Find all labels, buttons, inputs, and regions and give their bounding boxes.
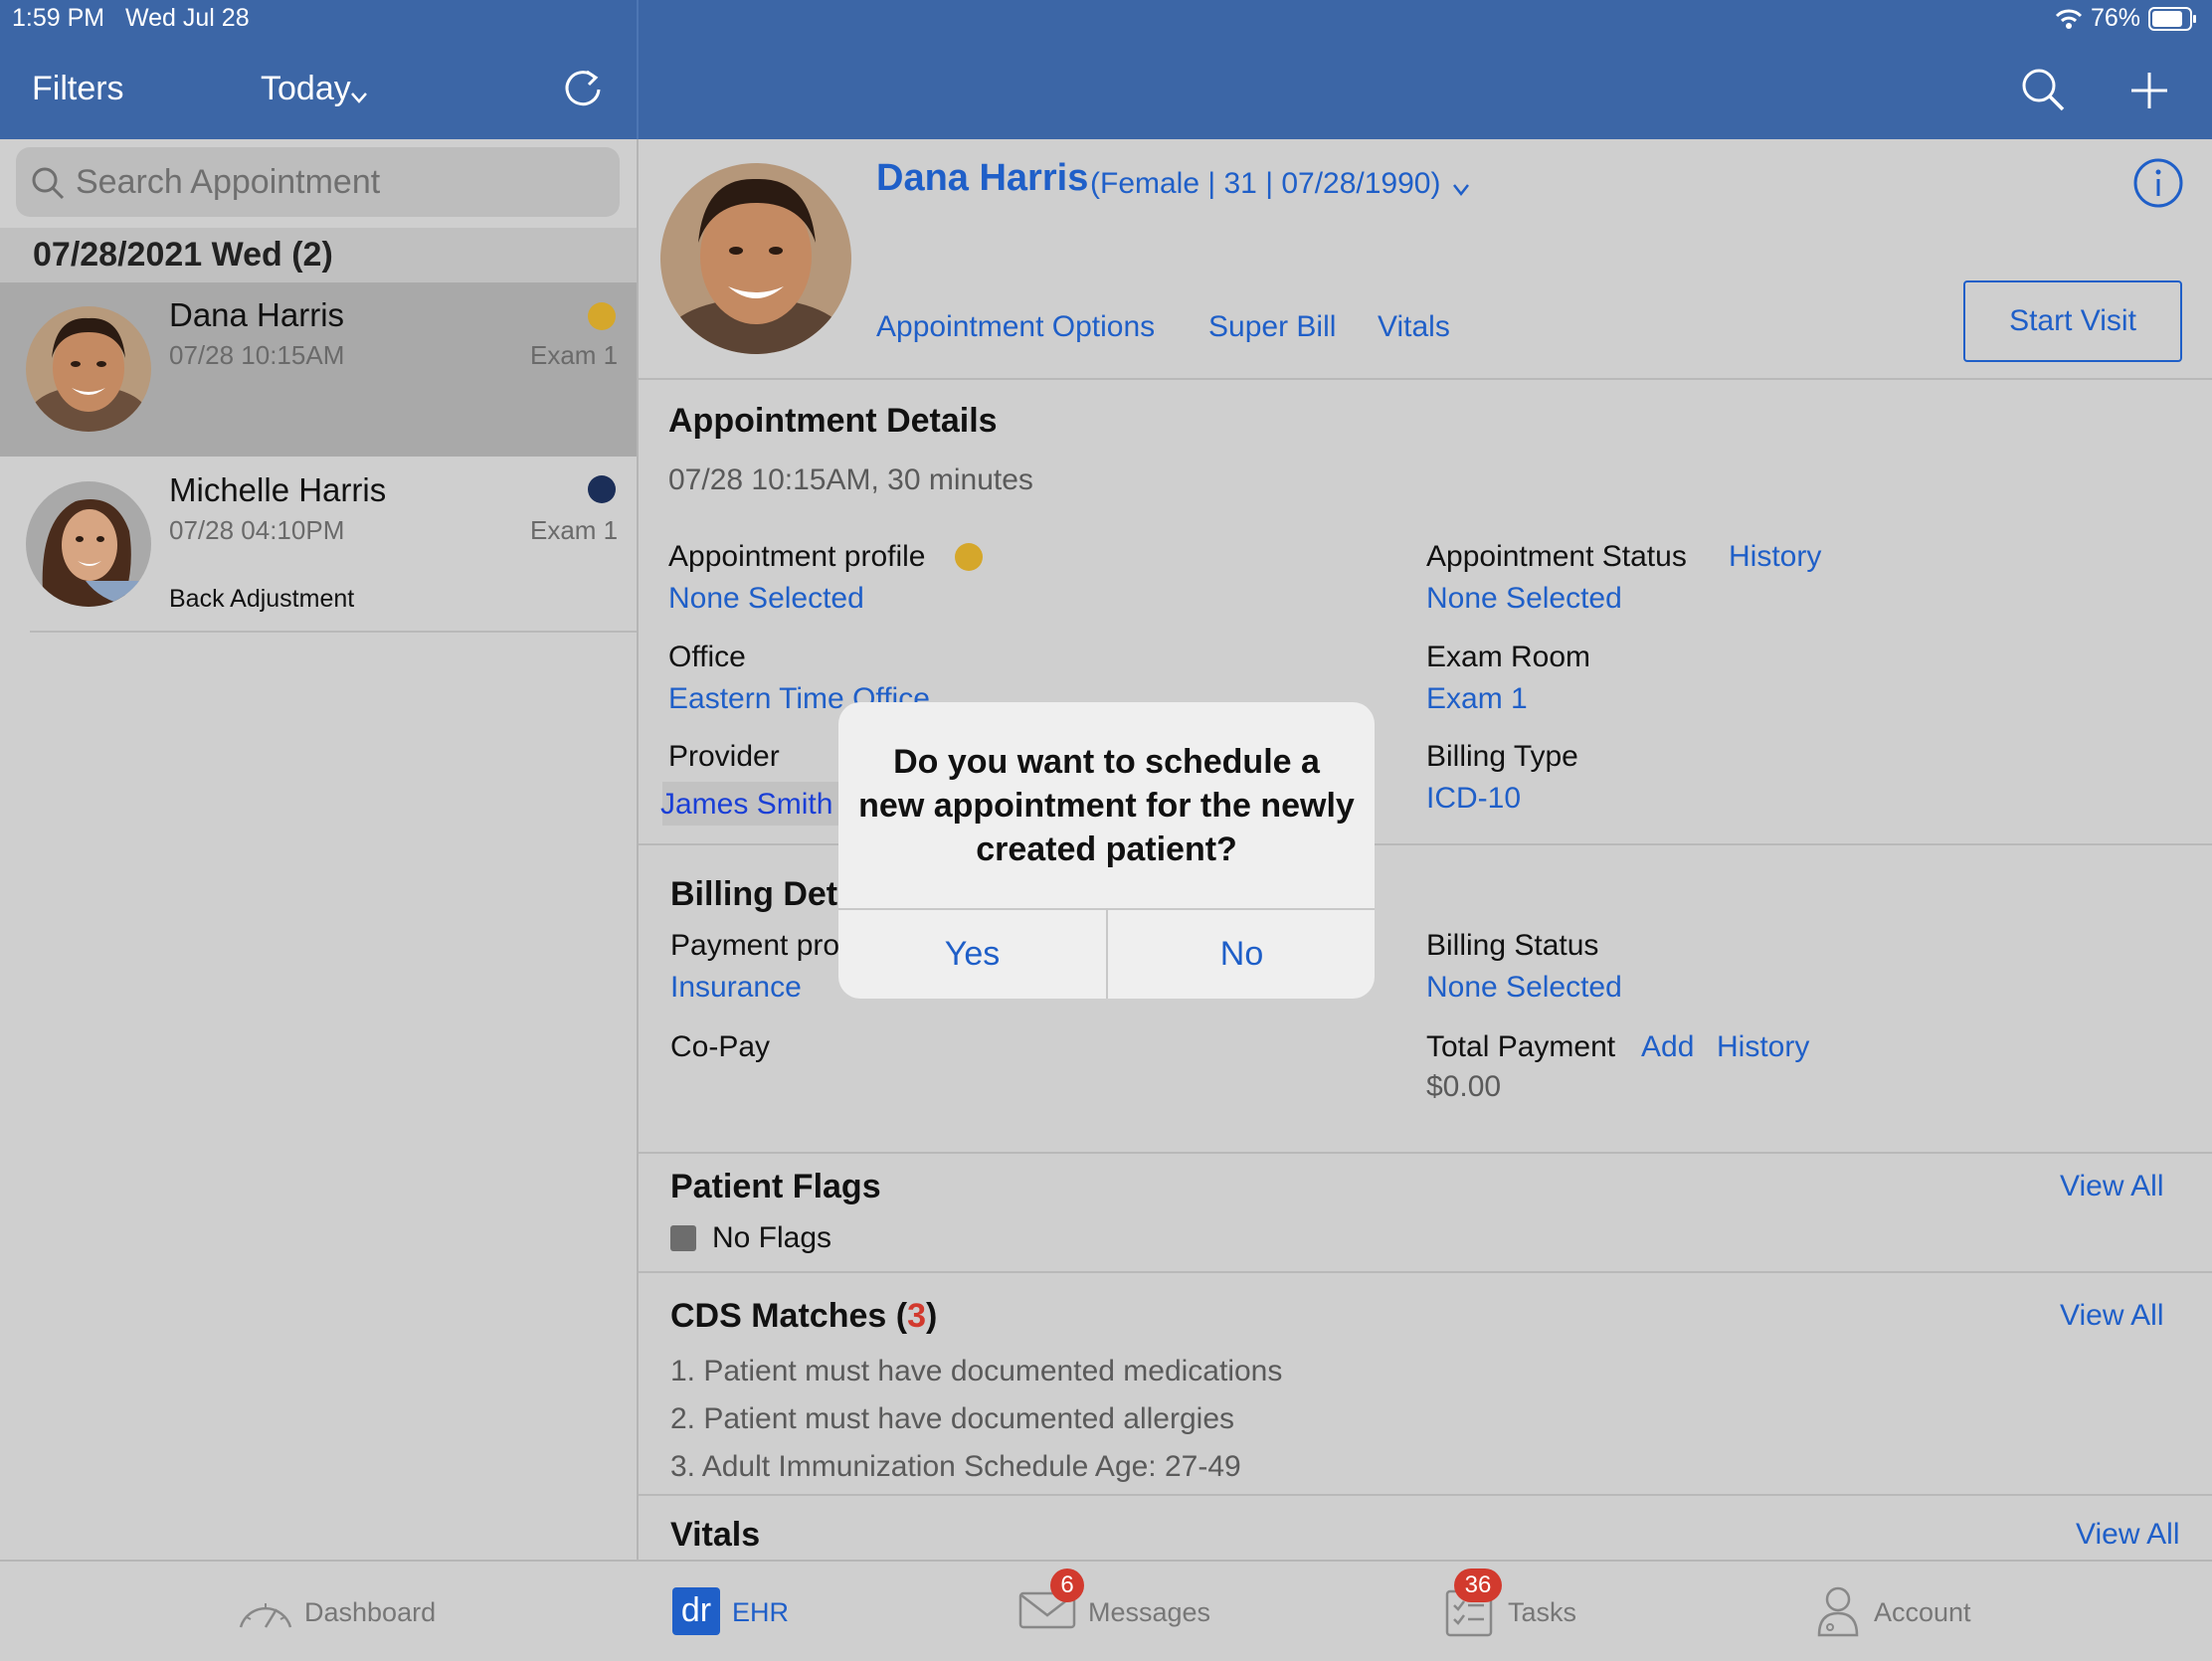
appointment-status-label: Appointment Status — [1426, 540, 1687, 573]
payment-profile-value[interactable]: Insurance — [670, 971, 802, 1005]
profile-color-dot — [955, 543, 983, 571]
battery-percent: 76% — [2091, 4, 2141, 32]
patient-flags-title: Patient Flags — [670, 1168, 881, 1205]
tab-account[interactable]: Account — [1874, 1597, 1971, 1628]
patient-name-heading[interactable]: Dana Harris — [876, 157, 1088, 200]
status-time: 1:59 PM — [12, 4, 105, 32]
row-divider — [30, 631, 637, 633]
billing-type-value[interactable]: ICD-10 — [1426, 782, 1521, 816]
ehr-icon[interactable]: dr — [672, 1587, 720, 1635]
account-icon[interactable] — [1816, 1583, 1860, 1637]
tab-ehr[interactable]: EHR — [732, 1597, 789, 1628]
cds-item: 3. Adult Immunization Schedule Age: 27-4… — [670, 1450, 1241, 1483]
patient-name: Michelle Harris — [169, 471, 387, 508]
patient-name: Dana Harris — [169, 296, 345, 333]
pane-divider-lower — [637, 139, 639, 1560]
appointment-time: 07/28 04:10PM — [169, 515, 345, 545]
cds-view-all-link[interactable]: View All — [2060, 1299, 2164, 1333]
wifi-icon — [2055, 9, 2083, 29]
patient-avatar[interactable] — [26, 306, 151, 432]
billing-type-label: Billing Type — [1426, 740, 1578, 773]
total-payment-label: Total Payment — [1426, 1030, 1616, 1063]
date-group-header: 07/28/2021 Wed (2) — [0, 228, 637, 282]
patient-avatar[interactable] — [26, 481, 151, 607]
dashboard-icon[interactable] — [237, 1587, 294, 1631]
total-payment-value: $0.00 — [1426, 1070, 1502, 1103]
cds-count: 3 — [907, 1297, 926, 1335]
flags-view-all-link[interactable]: View All — [2060, 1170, 2164, 1203]
section-divider — [639, 1494, 2212, 1496]
flag-color-square — [670, 1225, 696, 1251]
tab-dashboard[interactable]: Dashboard — [304, 1597, 436, 1628]
info-icon[interactable] — [2132, 157, 2184, 209]
vitals-link[interactable]: Vitals — [1378, 310, 1450, 344]
today-dropdown[interactable]: Today — [261, 70, 351, 108]
search-placeholder: Search Appointment — [76, 163, 381, 201]
filters-button[interactable]: Filters — [32, 70, 124, 108]
section-divider — [639, 378, 2212, 380]
patient-demographics[interactable]: (Female | 31 | 07/28/1990) — [1090, 167, 1440, 201]
billing-status-label: Billing Status — [1426, 929, 1599, 962]
exam-room-label: Exam Room — [1426, 641, 1591, 673]
appointment-details-title: Appointment Details — [668, 402, 998, 440]
exam-room-value[interactable]: Exam 1 — [1426, 682, 1528, 716]
date-group-label: 07/28/2021 Wed (2) — [33, 236, 333, 274]
cds-item: 1. Patient must have documented medicati… — [670, 1355, 1283, 1387]
chevron-down-icon[interactable] — [350, 92, 368, 103]
super-bill-link[interactable]: Super Bill — [1208, 310, 1336, 344]
appointment-profile-label: Appointment profile — [668, 540, 926, 573]
appointment-note: Back Adjustment — [169, 585, 355, 613]
provider-label: Provider — [668, 740, 780, 773]
section-divider — [639, 1271, 2212, 1273]
search-icon — [32, 167, 65, 200]
tab-messages[interactable]: Messages — [1088, 1597, 1210, 1628]
appointment-profile-value[interactable]: None Selected — [668, 582, 864, 616]
payment-history-link[interactable]: History — [1717, 1030, 1809, 1064]
start-visit-button[interactable]: Start Visit — [1963, 280, 2182, 362]
search-icon[interactable] — [2019, 66, 2067, 113]
messages-badge: 6 — [1050, 1569, 1084, 1602]
refresh-icon[interactable] — [559, 64, 607, 111]
vitals-title: Vitals — [670, 1516, 761, 1554]
office-label: Office — [668, 641, 746, 673]
tab-tasks[interactable]: Tasks — [1508, 1597, 1576, 1628]
status-history-link[interactable]: History — [1729, 540, 1821, 574]
status-date: Wed Jul 28 — [125, 4, 250, 32]
appointment-time: 07/28 10:15AM — [169, 340, 345, 370]
no-button[interactable]: No — [1108, 910, 1375, 999]
billing-status-value[interactable]: None Selected — [1426, 971, 1622, 1005]
add-icon[interactable] — [2128, 70, 2170, 111]
status-dot — [588, 302, 616, 330]
vitals-view-all-link[interactable]: View All — [2076, 1518, 2180, 1552]
appointment-duration: 07/28 10:15AM, 30 minutes — [668, 463, 1033, 496]
cds-title-suffix: ) — [925, 1297, 938, 1335]
copay-label: Co-Pay — [670, 1030, 771, 1063]
appointment-options-link[interactable]: Appointment Options — [876, 310, 1155, 344]
cds-item: 2. Patient must have documented allergie… — [670, 1402, 1234, 1435]
add-payment-link[interactable]: Add — [1641, 1030, 1694, 1064]
section-divider — [639, 1152, 2212, 1154]
cds-title: CDS Matches (3) — [670, 1297, 937, 1336]
chevron-down-icon[interactable] — [1452, 183, 1470, 197]
battery-icon — [2148, 7, 2196, 31]
dialog-message: Do you want to schedule a new appointmen… — [858, 743, 1355, 868]
no-flags-text: No Flags — [712, 1221, 832, 1254]
yes-button[interactable]: Yes — [838, 910, 1106, 999]
patient-photo — [660, 163, 851, 354]
appointment-status-value[interactable]: None Selected — [1426, 582, 1622, 616]
confirm-dialog: Do you want to schedule a new appointmen… — [838, 702, 1375, 999]
appointment-room: Exam 1 — [530, 515, 619, 545]
status-dot — [588, 475, 616, 503]
tasks-badge: 36 — [1454, 1569, 1502, 1602]
cds-title-prefix: CDS Matches ( — [670, 1297, 908, 1335]
appointment-room: Exam 1 — [530, 340, 619, 370]
provider-value[interactable]: James Smith — [660, 788, 832, 822]
